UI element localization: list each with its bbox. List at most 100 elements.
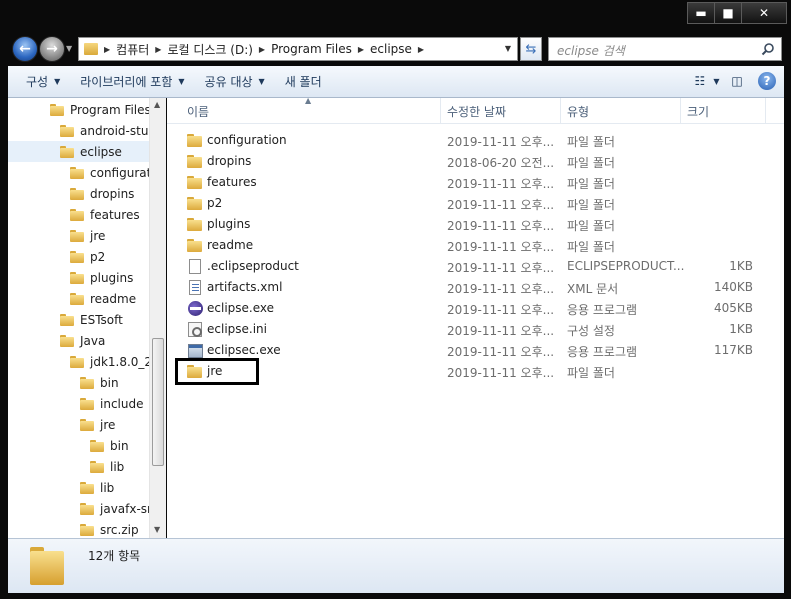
breadcrumb-program-files[interactable]: Program Files: [271, 42, 352, 56]
chevron-right-icon[interactable]: ▶: [259, 45, 265, 54]
tree-item-jre-lib[interactable]: lib: [90, 456, 124, 477]
file-row[interactable]: configuration 2019-11-11 오후... 파일 폴더: [167, 130, 784, 151]
application-icon: [188, 344, 203, 358]
sort-ascending-icon: ▲: [305, 96, 312, 105]
arrow-left-icon: ←: [19, 41, 31, 57]
file-row[interactable]: features 2019-11-11 오후... 파일 폴더: [167, 172, 784, 193]
breadcrumb-computer[interactable]: 컴퓨터: [116, 41, 149, 58]
refresh-button[interactable]: ⇆: [520, 37, 542, 61]
tree-item-src-zip[interactable]: src.zip: [80, 519, 139, 538]
scrollbar-thumb[interactable]: [152, 338, 164, 466]
file-row[interactable]: eclipsec.exe 2019-11-11 오후... 응용 프로그램 11…: [167, 340, 784, 361]
tree-item-label: plugins: [90, 270, 134, 285]
folder-icon: [84, 43, 98, 55]
tree-item-bin[interactable]: bin: [80, 372, 119, 393]
folder-icon: [50, 103, 64, 116]
column-divider[interactable]: [680, 98, 681, 124]
scroll-up-icon[interactable]: ▲: [154, 100, 160, 109]
chevron-right-icon[interactable]: ▶: [104, 45, 110, 54]
tree-item-p2[interactable]: p2: [70, 246, 105, 267]
file-row[interactable]: .eclipseproduct 2019-11-11 오후... ECLIPSE…: [167, 256, 784, 277]
forward-button[interactable]: →: [39, 36, 65, 62]
file-date: 2019-11-11 오후...: [447, 240, 555, 254]
minimize-button[interactable]: ▬: [687, 2, 715, 24]
file-date: 2019-11-11 오후...: [447, 282, 555, 296]
tree-item-java[interactable]: Java: [60, 330, 105, 351]
tree-item-plugins[interactable]: plugins: [70, 267, 133, 288]
file-row[interactable]: artifacts.xml 2019-11-11 오후... XML 문서 14…: [167, 277, 784, 298]
breadcrumb-eclipse[interactable]: eclipse: [370, 42, 412, 56]
scroll-down-icon[interactable]: ▼: [154, 525, 160, 534]
back-button[interactable]: ←: [12, 36, 38, 62]
file-type: 파일 폴더: [567, 135, 615, 149]
address-bar[interactable]: ▶ 컴퓨터 ▶ 로컬 디스크 (D:) ▶ Program Files ▶ ec…: [78, 37, 518, 61]
file-row[interactable]: dropins 2018-06-20 오전... 파일 폴더: [167, 151, 784, 172]
tree-item-include[interactable]: include: [80, 393, 143, 414]
file-row[interactable]: p2 2019-11-11 오후... 파일 폴더: [167, 193, 784, 214]
folder-icon: [70, 292, 84, 305]
tree-item-label: configurati: [90, 165, 155, 180]
column-type[interactable]: 유형: [567, 103, 589, 120]
folder-icon: [70, 166, 84, 179]
file-name: p2: [207, 196, 223, 210]
column-date[interactable]: 수정한 날짜: [447, 103, 506, 120]
column-size[interactable]: 크기: [687, 103, 709, 120]
recent-pages-dropdown[interactable]: ▼: [66, 44, 72, 53]
tree-item-label: dropins: [90, 186, 135, 201]
file-row[interactable]: readme 2019-11-11 오후... 파일 폴더: [167, 235, 784, 256]
search-input[interactable]: eclipse 검색: [548, 37, 782, 61]
search-icon[interactable]: [761, 42, 775, 56]
file-row[interactable]: jre 2019-11-11 오후... 파일 폴더: [167, 361, 784, 382]
navpane-scrollbar[interactable]: ▲ ▼: [149, 98, 166, 538]
tree-item-dropins[interactable]: dropins: [70, 183, 134, 204]
file-name: eclipse.exe: [207, 301, 275, 315]
tree-item-program-files[interactable]: Program Files: [50, 99, 151, 120]
folder-icon: [70, 271, 84, 284]
tree-item-lib[interactable]: lib: [80, 477, 114, 498]
tree-item-jre[interactable]: jre: [70, 225, 105, 246]
tree-item-label: bin: [110, 438, 129, 453]
tree-item-javafx-src[interactable]: javafx-src: [80, 498, 158, 519]
caret-down-icon: ▼: [178, 77, 185, 86]
tree-item-label: jre: [90, 228, 106, 243]
tree-item-label: ESTsoft: [80, 312, 123, 327]
eclipse-icon: [188, 301, 203, 316]
column-divider[interactable]: [765, 98, 766, 124]
chevron-right-icon[interactable]: ▶: [358, 45, 364, 54]
tree-item-label: jre: [100, 417, 116, 432]
preview-pane-button[interactable]: ◫: [728, 72, 746, 90]
file-date: 2019-11-11 오후...: [447, 219, 555, 233]
tree-item-eclipse[interactable]: eclipse: [8, 141, 150, 162]
column-name[interactable]: 이름: [187, 103, 209, 120]
tree-item-jdk[interactable]: jdk1.8.0_23: [70, 351, 160, 372]
share-with-button[interactable]: 공유 대상 ▼: [195, 66, 275, 97]
maximize-button[interactable]: ■: [714, 2, 742, 24]
tree-item-jdk-jre[interactable]: jre: [80, 414, 115, 435]
help-icon[interactable]: ?: [758, 72, 776, 90]
tree-item-readme[interactable]: readme: [70, 288, 136, 309]
tree-item-jre-bin[interactable]: bin: [90, 435, 129, 456]
chevron-right-icon[interactable]: ▶: [418, 45, 424, 54]
file-size: 1KB: [729, 259, 753, 273]
address-dropdown-icon[interactable]: ▼: [505, 44, 511, 53]
column-divider[interactable]: [560, 98, 561, 124]
organize-button[interactable]: 구성 ▼: [16, 66, 70, 97]
tree-item-features[interactable]: features: [70, 204, 140, 225]
folder-icon: [80, 376, 94, 389]
chevron-right-icon[interactable]: ▶: [155, 45, 161, 54]
file-type: 응용 프로그램: [567, 345, 638, 359]
file-date: 2019-11-11 오후...: [447, 366, 555, 380]
file-row[interactable]: plugins 2019-11-11 오후... 파일 폴더: [167, 214, 784, 235]
arrow-right-icon: →: [46, 41, 58, 57]
file-row[interactable]: eclipse.ini 2019-11-11 오후... 구성 설정 1KB: [167, 319, 784, 340]
new-folder-button[interactable]: 새 폴더: [275, 66, 332, 97]
include-library-button[interactable]: 라이브러리에 포함 ▼: [70, 66, 194, 97]
file-row[interactable]: eclipse.exe 2019-11-11 오후... 응용 프로그램 405…: [167, 298, 784, 319]
tree-item-android-studio[interactable]: android-stud: [60, 120, 156, 141]
breadcrumb-local-disk[interactable]: 로컬 디스크 (D:): [167, 41, 252, 58]
close-button[interactable]: ✕: [741, 2, 787, 24]
tree-item-configuration[interactable]: configurati: [70, 162, 155, 183]
column-divider[interactable]: [440, 98, 441, 124]
change-view-button[interactable]: ☷ ▼: [695, 72, 720, 90]
tree-item-estsoft[interactable]: ESTsoft: [60, 309, 123, 330]
